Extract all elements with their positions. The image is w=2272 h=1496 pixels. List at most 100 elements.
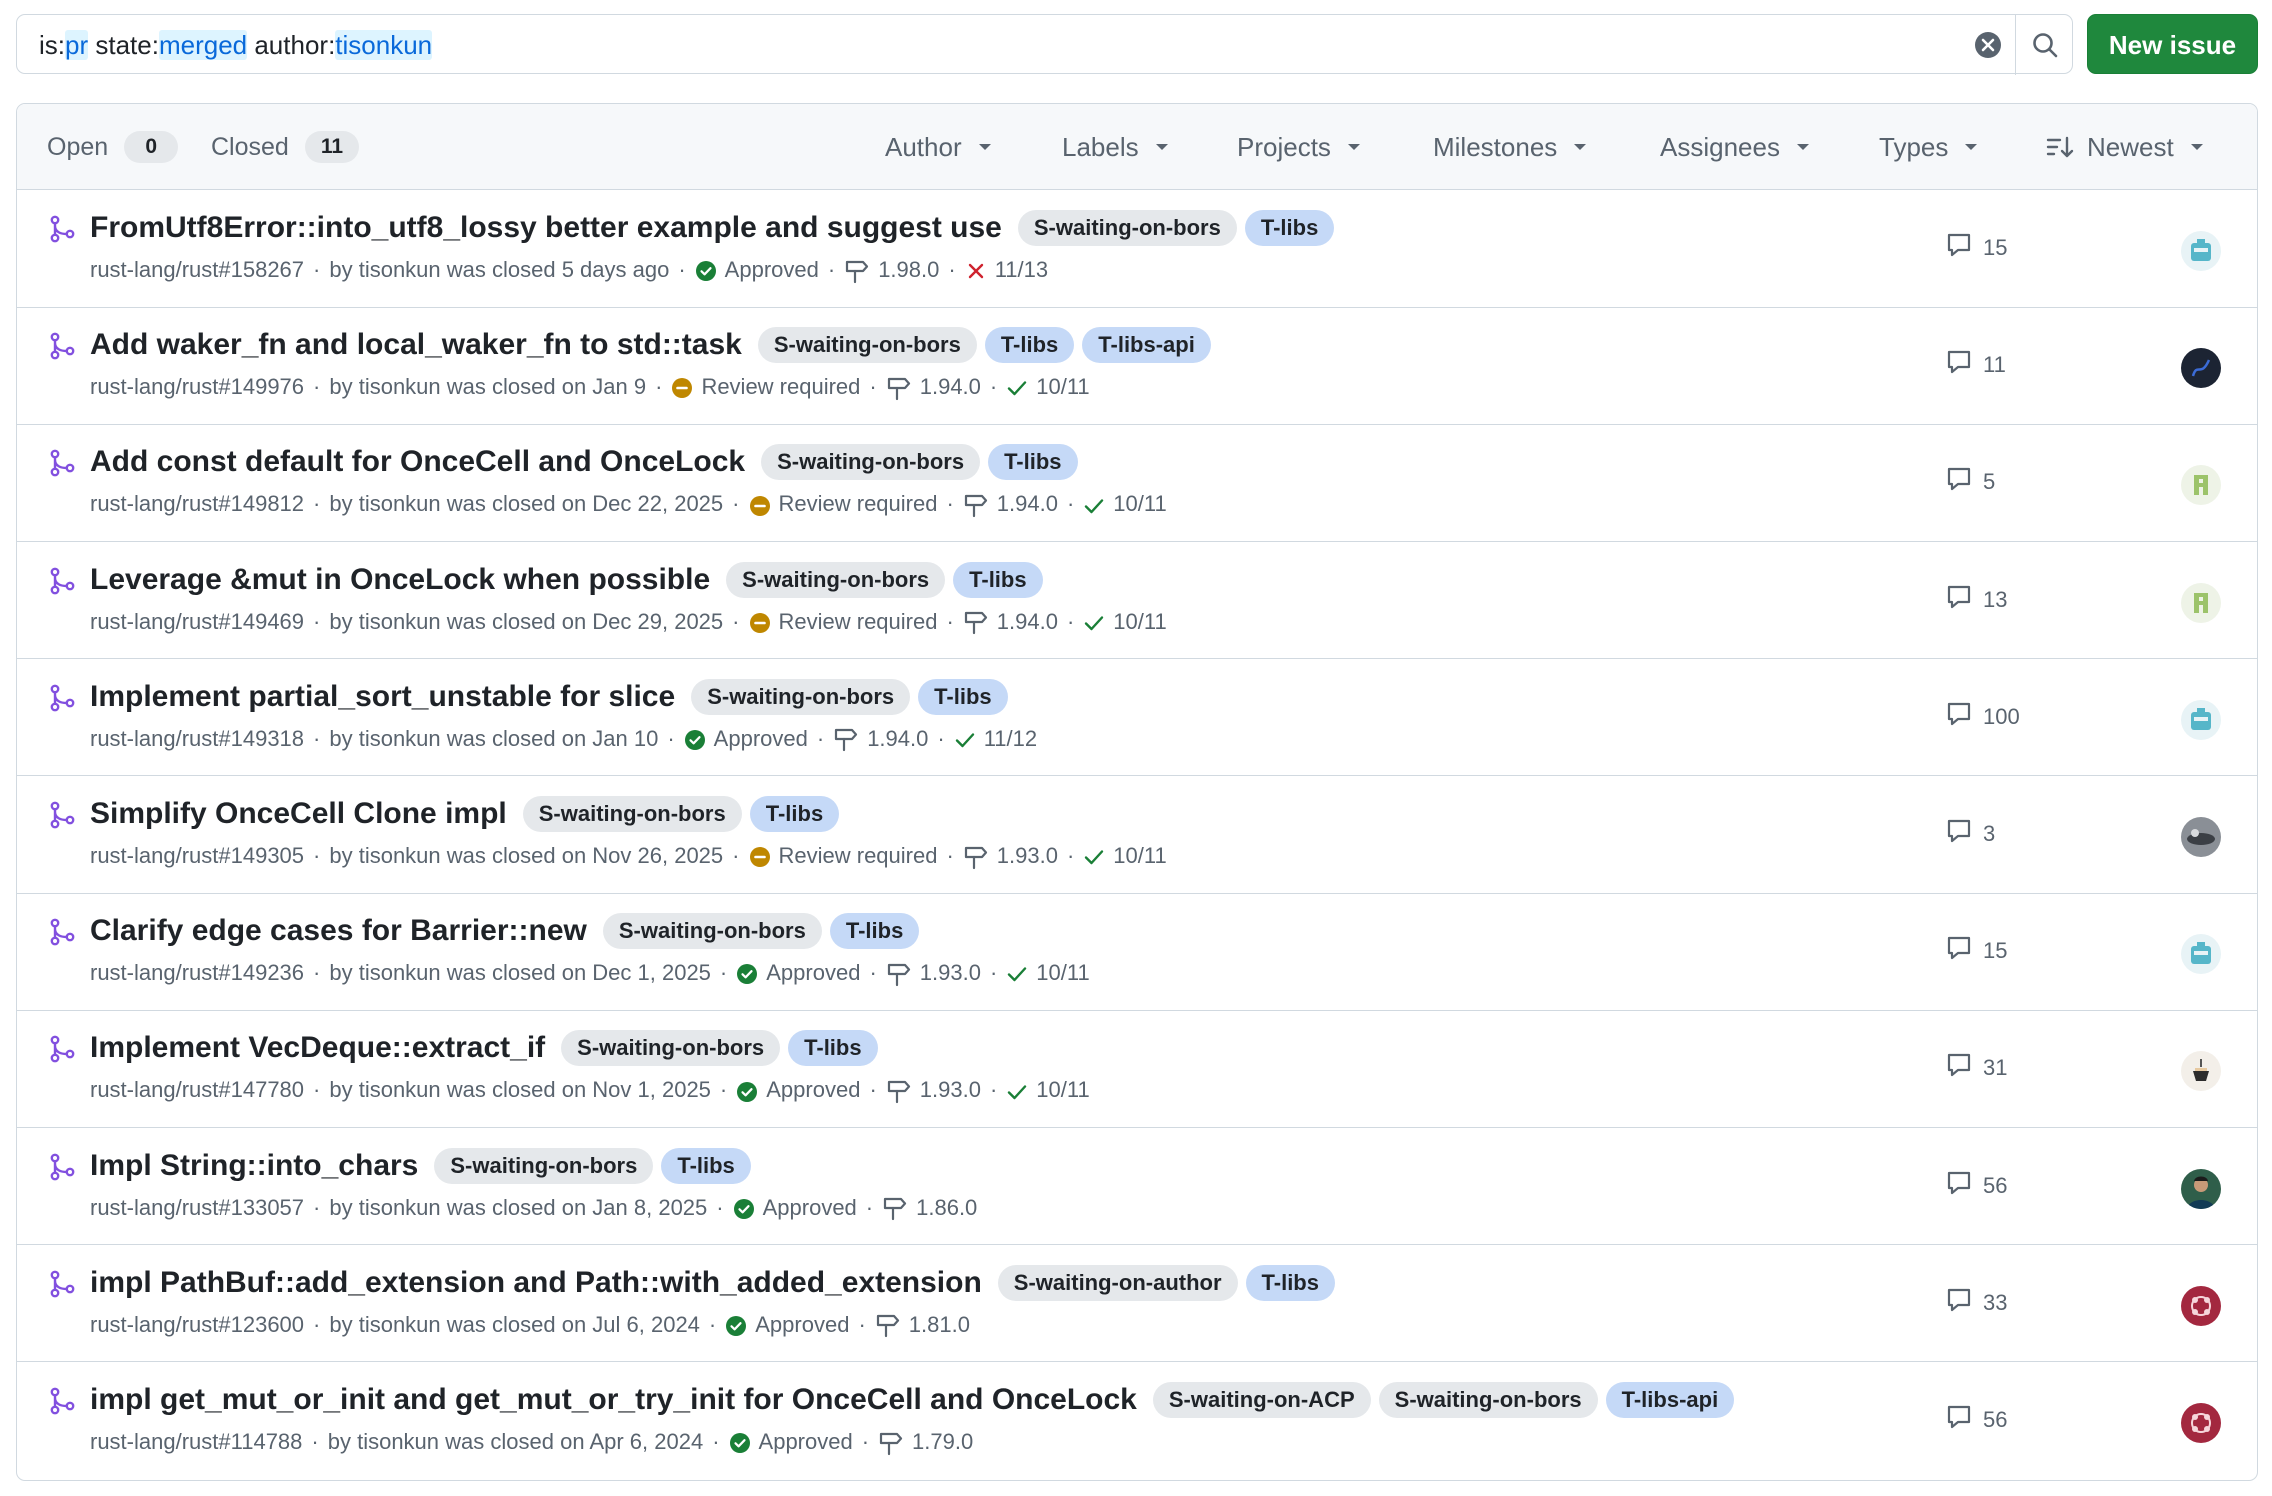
milestone[interactable]: 1.94.0: [867, 726, 928, 752]
pr-row[interactable]: FromUtf8Error::into_utf8_lossy better ex…: [17, 190, 2257, 308]
milestone[interactable]: 1.79.0: [912, 1429, 973, 1455]
avatar[interactable]: [2181, 817, 2221, 857]
milestone[interactable]: 1.93.0: [920, 960, 981, 986]
label-badge[interactable]: T-libs: [984, 327, 1075, 364]
sort-newest[interactable]: Newest: [2045, 129, 2204, 165]
search-input[interactable]: is:pr state:merged author:tisonkun: [16, 14, 2074, 75]
avatar[interactable]: [2181, 934, 2221, 975]
avatar[interactable]: [2181, 699, 2221, 740]
pr-reference[interactable]: rust-lang/rust#158267: [90, 257, 304, 283]
comments-link[interactable]: 33: [1945, 1288, 2007, 1318]
search-query[interactable]: is:pr state:merged author:tisonkun: [39, 29, 433, 61]
label-badge[interactable]: T-libs: [953, 561, 1043, 598]
label-badge[interactable]: S-waiting-on-bors: [434, 1147, 654, 1184]
label-badge[interactable]: S-waiting-on-bors: [522, 796, 742, 832]
comments-link[interactable]: 31: [1945, 1053, 2007, 1083]
pr-title-link[interactable]: impl PathBuf::add_extension and Path::wi…: [90, 1263, 982, 1303]
pr-reference[interactable]: rust-lang/rust#149812: [90, 491, 304, 517]
filter-author[interactable]: Author: [885, 129, 992, 165]
filter-types[interactable]: Types: [1879, 129, 1978, 165]
filter-labels[interactable]: Labels: [1062, 129, 1169, 165]
avatar[interactable]: [2181, 582, 2221, 623]
checks-status[interactable]: 10/11: [1036, 1077, 1089, 1103]
pr-row[interactable]: impl PathBuf::add_extension and Path::wi…: [17, 1245, 2257, 1363]
label-badge[interactable]: T-libs: [918, 678, 1008, 715]
checks-status[interactable]: 10/11: [1113, 609, 1166, 635]
avatar[interactable]: [2181, 1168, 2221, 1209]
comments-link[interactable]: 3: [1945, 819, 1995, 849]
label-badge[interactable]: T-libs: [1245, 1264, 1335, 1301]
pr-reference[interactable]: rust-lang/rust#149469: [90, 609, 304, 635]
checks-status[interactable]: 10/11: [1113, 843, 1166, 869]
milestone[interactable]: 1.94.0: [997, 609, 1058, 635]
pr-row[interactable]: Implement partial_sort_unstable for slic…: [17, 659, 2257, 777]
avatar[interactable]: [2181, 348, 2221, 389]
label-badge[interactable]: T-libs-api: [1082, 327, 1211, 364]
new-issue-button[interactable]: New issue: [2087, 14, 2258, 74]
label-badge[interactable]: T-libs: [749, 796, 840, 832]
label-badge[interactable]: T-libs: [829, 913, 920, 950]
pr-row[interactable]: Clarify edge cases for Barrier::new S-wa…: [17, 893, 2257, 1011]
milestone[interactable]: 1.81.0: [909, 1312, 970, 1338]
comments-link[interactable]: 13: [1945, 585, 2007, 615]
pr-title-link[interactable]: Leverage &mut in OnceLock when possible: [90, 560, 710, 600]
pr-title-link[interactable]: Impl String::into_chars: [90, 1146, 418, 1186]
checks-status[interactable]: 11/12: [984, 726, 1037, 752]
avatar[interactable]: [2181, 231, 2221, 271]
label-badge[interactable]: S-waiting-on-bors: [691, 678, 911, 715]
label-badge[interactable]: S-waiting-on-bors: [602, 913, 822, 950]
label-badge[interactable]: S-waiting-on-bors: [726, 561, 946, 598]
pr-row[interactable]: Impl String::into_chars S-waiting-on-bor…: [17, 1128, 2257, 1246]
avatar[interactable]: [2181, 1403, 2221, 1443]
milestone[interactable]: 1.93.0: [920, 1077, 981, 1103]
pr-reference[interactable]: rust-lang/rust#147780: [90, 1077, 304, 1103]
comments-link[interactable]: 56: [1945, 1405, 2007, 1435]
pr-row[interactable]: Add const default for OnceCell and OnceL…: [17, 424, 2257, 542]
label-badge[interactable]: T-libs-api: [1605, 1382, 1735, 1418]
milestone[interactable]: 1.94.0: [997, 491, 1058, 517]
tab-closed[interactable]: Closed 11: [211, 129, 360, 165]
pr-reference[interactable]: rust-lang/rust#149318: [90, 726, 304, 752]
checks-status[interactable]: 10/11: [1036, 960, 1089, 986]
label-badge[interactable]: S-waiting-on-bors: [1017, 210, 1237, 246]
pr-row[interactable]: Leverage &mut in OnceLock when possible …: [17, 542, 2257, 660]
pr-row[interactable]: impl get_mut_or_init and get_mut_or_try_…: [17, 1362, 2257, 1480]
pr-title-link[interactable]: Implement partial_sort_unstable for slic…: [90, 677, 675, 717]
pr-reference[interactable]: rust-lang/rust#149976: [90, 374, 304, 400]
pr-reference[interactable]: rust-lang/rust#133057: [90, 1195, 304, 1221]
comments-link[interactable]: 5: [1945, 467, 1995, 497]
clear-search-icon[interactable]: [1973, 30, 2003, 60]
label-badge[interactable]: S-waiting-on-author: [997, 1264, 1238, 1301]
checks-status[interactable]: 11/13: [995, 257, 1048, 283]
filter-assignees[interactable]: Assignees: [1660, 129, 1810, 165]
avatar[interactable]: [2181, 465, 2221, 506]
pr-reference[interactable]: rust-lang/rust#149305: [90, 843, 304, 869]
pr-title-link[interactable]: Implement VecDeque::extract_if: [90, 1028, 545, 1068]
label-badge[interactable]: S-waiting-on-bors: [1378, 1382, 1598, 1418]
label-badge[interactable]: S-waiting-on-bors: [757, 327, 977, 364]
pr-reference[interactable]: rust-lang/rust#123600: [90, 1312, 304, 1338]
comments-link[interactable]: 15: [1945, 936, 2007, 966]
tab-open[interactable]: Open 0: [47, 129, 179, 165]
pr-title-link[interactable]: Add const default for OnceCell and OnceL…: [90, 442, 745, 482]
comments-link[interactable]: 15: [1945, 233, 2007, 263]
pr-title-link[interactable]: FromUtf8Error::into_utf8_lossy better ex…: [90, 208, 1002, 248]
pr-row[interactable]: Add waker_fn and local_waker_fn to std::…: [17, 307, 2257, 425]
filter-milestones[interactable]: Milestones: [1433, 129, 1587, 165]
milestone[interactable]: 1.98.0: [878, 257, 939, 283]
label-badge[interactable]: S-waiting-on-ACP: [1152, 1382, 1371, 1418]
pr-reference[interactable]: rust-lang/rust#114788: [90, 1429, 302, 1455]
label-badge[interactable]: S-waiting-on-bors: [561, 1030, 781, 1067]
label-badge[interactable]: T-libs: [788, 1030, 878, 1067]
comments-link[interactable]: 56: [1945, 1171, 2007, 1201]
pr-title-link[interactable]: Add waker_fn and local_waker_fn to std::…: [90, 325, 742, 365]
label-badge[interactable]: T-libs: [661, 1147, 751, 1184]
avatar[interactable]: [2181, 1285, 2221, 1326]
checks-status[interactable]: 10/11: [1036, 374, 1089, 400]
milestone[interactable]: 1.94.0: [920, 374, 981, 400]
label-badge[interactable]: T-libs: [988, 444, 1078, 481]
pr-reference[interactable]: rust-lang/rust#149236: [90, 960, 304, 986]
pr-title-link[interactable]: Simplify OnceCell Clone impl: [90, 794, 507, 834]
label-badge[interactable]: T-libs: [1244, 210, 1335, 246]
search-button[interactable]: [2015, 15, 2074, 75]
